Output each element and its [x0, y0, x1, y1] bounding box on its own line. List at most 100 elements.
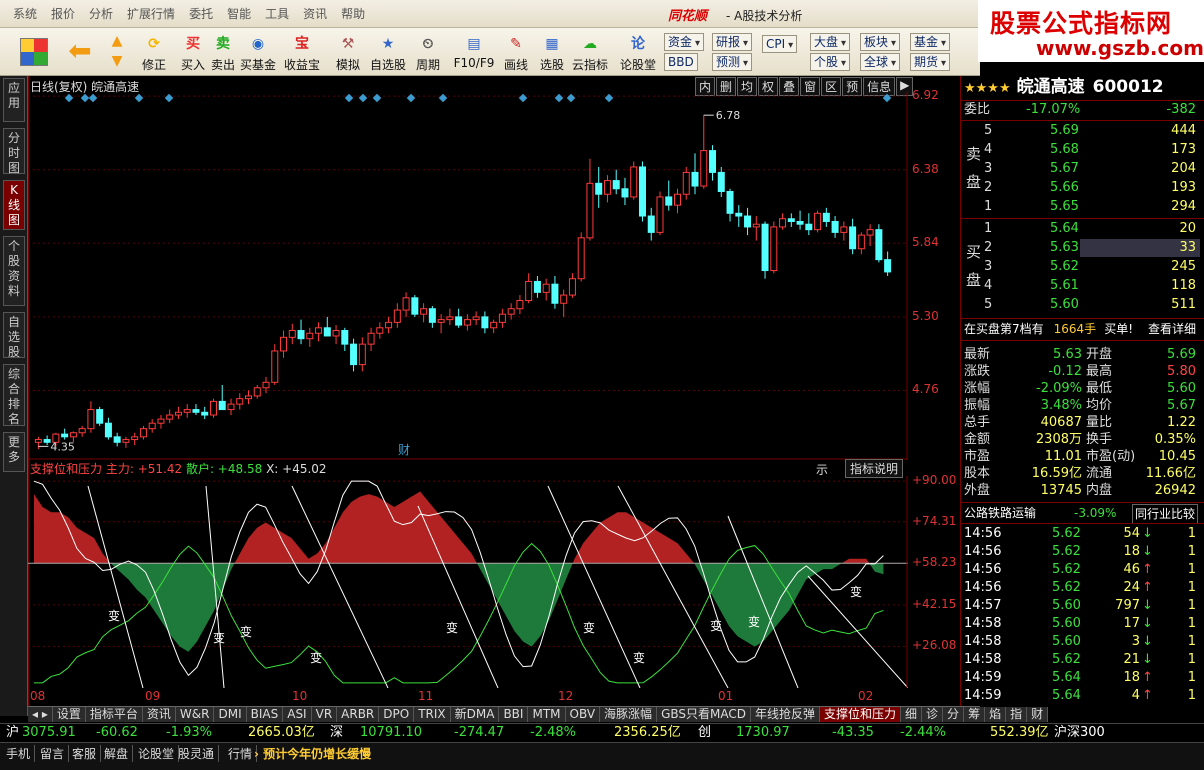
layout-grid-button[interactable]: [20, 38, 48, 66]
toolbar-button-0[interactable]: ⟳ 修正: [136, 30, 172, 76]
indicator-tab-14[interactable]: OBV: [565, 707, 601, 722]
indicator-tabs: ◂ ▸ 设置 指标平台 资讯 W&R DMI BIAS ASI VR ARBR DPO TRIX 新D…: [28, 706, 1049, 722]
bottom-link-4[interactable]: 论股堂: [138, 745, 180, 762]
updown-arrows-icon[interactable]: ▲ ▼: [106, 31, 128, 73]
indicator-tab-19[interactable]: 细: [901, 707, 923, 722]
sell-level-row[interactable]: 4 5.68 173: [964, 141, 1200, 159]
indicator-tab-16[interactable]: GBS只看MACD: [657, 707, 751, 722]
left-tab-5[interactable]: 综合排名: [3, 364, 25, 426]
toolbar-dropdown-9[interactable]: 全球: [860, 53, 901, 71]
indicator-tab-5[interactable]: BIAS: [246, 707, 284, 722]
indicator-tab-13[interactable]: MTM: [528, 707, 566, 722]
toolbar-dropdown-3[interactable]: 大盘: [810, 33, 851, 51]
indicator-tab-25[interactable]: 财: [1027, 707, 1049, 722]
sell-level-row[interactable]: 2 5.66 193: [964, 179, 1200, 197]
left-tab-4[interactable]: 自选股: [3, 312, 25, 359]
indicator-tab-3[interactable]: W&R: [175, 707, 215, 722]
indicator-tab-9[interactable]: DPO: [379, 707, 415, 722]
buy-level-row[interactable]: 5 5.60 511: [964, 296, 1200, 314]
menu-item-8[interactable]: 帮助: [334, 5, 372, 23]
left-tab-6[interactable]: 更多: [3, 432, 25, 472]
event-marker-icon: [344, 93, 354, 103]
indicator-tab-11[interactable]: 新DMA: [450, 707, 500, 722]
indicator-chart[interactable]: 变变 变变变 变变变 变变: [28, 476, 908, 688]
industry-compare-button[interactable]: 同行业比较: [1131, 504, 1198, 524]
candle-body: [87, 409, 95, 430]
left-tab-0[interactable]: 应用: [3, 78, 25, 122]
indicator-tab-10[interactable]: TRIX: [414, 707, 451, 722]
toolbar-dropdown-2[interactable]: CPI: [762, 35, 798, 53]
indicator-tab-20[interactable]: 诊: [922, 707, 944, 722]
tab-nav-arrows[interactable]: ◂ ▸: [28, 707, 53, 722]
menu-item-3[interactable]: 扩展行情: [120, 5, 182, 23]
buy-level-row[interactable]: 2 5.63 33: [964, 239, 1200, 257]
menu-item-7[interactable]: 资讯: [296, 5, 334, 23]
toolbar-dropdown-6[interactable]: BBD: [664, 53, 698, 71]
toolbar-dropdown-5[interactable]: 基金: [910, 33, 951, 51]
menu-item-4[interactable]: 委托: [182, 5, 220, 23]
indicator-tab-2[interactable]: 资讯: [142, 707, 176, 722]
tick-count: 1: [1187, 634, 1196, 649]
bottom-link-2[interactable]: 客服: [72, 745, 102, 762]
menu-item-2[interactable]: 分析: [82, 5, 120, 23]
buy-level-row[interactable]: 3 5.62 245: [964, 258, 1200, 276]
kline-chart[interactable]: 6.78 4.35 财: [28, 92, 908, 460]
indicator-tab-0[interactable]: 设置: [52, 707, 86, 722]
sell-level-row[interactable]: 5 5.69 444: [964, 122, 1200, 140]
bottom-link-3[interactable]: 解盘: [104, 745, 134, 762]
toolbar-button-4[interactable]: 宝收益宝: [284, 30, 320, 76]
toolbar-button-9[interactable]: ✎ 画线: [498, 30, 534, 76]
left-tab-3[interactable]: 个股资料: [3, 236, 25, 306]
toolbar-button-2[interactable]: 卖卖出: [205, 30, 241, 76]
menu-item-5[interactable]: 智能: [220, 5, 258, 23]
left-tab-2[interactable]: K线图: [3, 180, 25, 230]
indicator-tab-7[interactable]: VR: [311, 707, 338, 722]
industry-name[interactable]: 公路铁路运输: [964, 506, 1036, 520]
toolbar-button-6[interactable]: ★ 自选股: [370, 30, 406, 76]
indicator-tab-4[interactable]: DMI: [214, 707, 247, 722]
menu-item-6[interactable]: 工具: [258, 5, 296, 23]
bottom-link-1[interactable]: 留言: [40, 745, 70, 762]
indicator-tab-15[interactable]: 海豚涨幅: [600, 707, 658, 722]
toolbar-dropdown-7[interactable]: 预测: [712, 53, 753, 71]
back-arrow-icon[interactable]: ⬅: [64, 36, 96, 66]
toolbar-button-7[interactable]: ⏲ 周期: [410, 30, 446, 76]
toolbar-button-5[interactable]: ⚒ 模拟: [330, 30, 366, 76]
indicator-tab-24[interactable]: 指: [1006, 707, 1028, 722]
toolbar-button-12[interactable]: 论论股堂: [620, 30, 656, 76]
toolbar-button-11[interactable]: ☁ 云指标: [572, 30, 608, 76]
menu-item-0[interactable]: 系统: [6, 5, 44, 23]
indicator-tab-12[interactable]: BBI: [499, 707, 529, 722]
menu-item-1[interactable]: 报价: [44, 5, 82, 23]
buy-level-row[interactable]: 4 5.61 118: [964, 277, 1200, 295]
indicator-tab-6[interactable]: ASI: [283, 707, 312, 722]
indicator-tab-17[interactable]: 年线抢反弹: [750, 707, 820, 722]
indicator-tab-22[interactable]: 筹: [964, 707, 986, 722]
indicator-tab-21[interactable]: 分: [943, 707, 965, 722]
buy-level-row[interactable]: 1 5.64 20: [964, 220, 1200, 238]
sell-level-row[interactable]: 1 5.65 294: [964, 198, 1200, 216]
news-ticker[interactable]: › 预计今年仍增长缓慢: [254, 745, 371, 762]
left-tab-1[interactable]: 分时图: [3, 128, 25, 175]
notice-detail-link[interactable]: 查看详细: [1148, 320, 1196, 338]
toolbar-button-3[interactable]: ◉ 买基金: [240, 30, 276, 76]
toolbar-dropdown-4[interactable]: 板块: [860, 33, 901, 51]
toolbar-dropdown-1[interactable]: 研报: [712, 33, 753, 51]
candle-body: [297, 330, 305, 340]
bottom-link-5[interactable]: 股灵通: [178, 745, 220, 762]
toolbar-button-10[interactable]: ▦ 选股: [534, 30, 570, 76]
candle-body: [69, 432, 77, 438]
toolbar-dropdown-8[interactable]: 个股: [810, 53, 851, 71]
toolbar-button-8[interactable]: ▤ F10/F9: [448, 30, 500, 76]
candle-body: [341, 330, 349, 345]
indicator-tab-18[interactable]: 支撑位和压力: [820, 707, 902, 722]
bottom-link-6[interactable]: 行情: [228, 745, 258, 762]
toolbar-dropdown-10[interactable]: 期货: [910, 53, 951, 71]
indicator-tab-1[interactable]: 指标平台: [85, 707, 143, 722]
sell-level-row[interactable]: 3 5.67 204: [964, 160, 1200, 178]
candle-body: [814, 212, 822, 231]
bottom-link-0[interactable]: 手机: [6, 745, 36, 762]
toolbar-dropdown-0[interactable]: 资金: [664, 33, 705, 51]
indicator-tab-23[interactable]: 焰: [985, 707, 1007, 722]
indicator-tab-8[interactable]: ARBR: [337, 707, 380, 722]
